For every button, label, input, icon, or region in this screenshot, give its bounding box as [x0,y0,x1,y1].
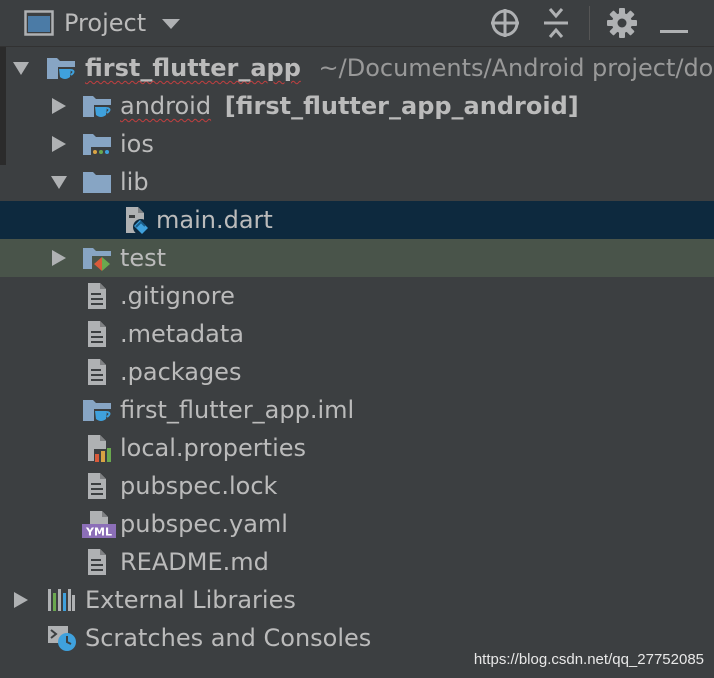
tree-label-external-libraries[interactable]: External Libraries [85,585,296,615]
flutter-project-folder-icon [46,54,76,82]
tree-label-lib[interactable]: lib [120,167,149,197]
minimize-icon[interactable] [660,20,688,33]
project-view-title[interactable]: Project [64,8,146,38]
project-path: ~/Documents/Android project/do [318,54,714,82]
tree-label-scratches[interactable]: Scratches and Consoles [85,623,371,653]
toolbar-divider [589,6,590,40]
tree-label-root[interactable]: first_flutter_app ~/Documents/Android pr… [85,53,713,83]
android-folder-name: android [120,92,212,120]
text-file-icon [82,472,112,500]
module-file-icon [82,396,112,424]
collapsed-arrow-icon[interactable] [48,125,70,163]
project-tree: first_flutter_app ~/Documents/Android pr… [0,48,714,678]
tree-label-readme[interactable]: README.md [120,547,269,577]
tree-row-readme[interactable]: README.md [0,543,714,581]
tree-row-external-libraries[interactable]: External Libraries [0,581,714,619]
tree-label-main-dart[interactable]: main.dart [156,205,273,235]
tree-label-pubspec-yaml[interactable]: pubspec.yaml [120,509,288,539]
tree-label-test[interactable]: test [120,243,166,273]
tree-label-android[interactable]: android [first_flutter_app_android] [120,91,579,121]
tree-label-metadata[interactable]: .metadata [120,319,244,349]
tree-row-packages[interactable]: .packages [0,353,714,391]
tree-row-iml[interactable]: first_flutter_app.iml [0,391,714,429]
gear-icon[interactable] [606,7,638,39]
flutter-module-folder-icon [82,92,112,120]
text-file-icon [82,320,112,348]
tree-label-ios[interactable]: ios [120,129,154,159]
window-icon[interactable] [24,10,54,36]
yaml-file-icon: YML [82,510,116,539]
tree-row-local-properties[interactable]: local.properties [0,429,714,467]
dart-file-icon [120,206,150,235]
tree-row-ios[interactable]: ios [0,125,714,163]
collapsed-arrow-icon[interactable] [10,581,32,619]
tree-row-metadata[interactable]: .metadata [0,315,714,353]
locate-icon[interactable] [489,7,521,39]
collapse-all-icon[interactable] [542,7,570,39]
tree-row-pubspec-yaml[interactable]: YML pubspec.yaml [0,505,714,543]
tree-row-pubspec-lock[interactable]: pubspec.lock [0,467,714,505]
ios-folder-icon [82,130,112,158]
tree-row-gitignore[interactable]: .gitignore [0,277,714,315]
watermark-url: https://blog.csdn.net/qq_27752085 [473,651,704,668]
tree-row-main-dart[interactable]: main.dart [0,201,714,239]
yaml-icon-text: YML [85,526,112,539]
tree-row-test[interactable]: test [0,239,714,277]
dropdown-icon[interactable] [160,16,182,30]
tree-label-pubspec-lock[interactable]: pubspec.lock [120,471,277,501]
project-name: first_flutter_app [85,54,301,82]
collapsed-arrow-icon[interactable] [48,87,70,125]
tree-label-local-properties[interactable]: local.properties [120,433,306,463]
text-file-icon [82,282,112,310]
properties-file-icon [82,434,112,462]
tree-label-packages[interactable]: .packages [120,357,241,387]
android-module-name: [first_flutter_app_android] [224,92,579,120]
expanded-arrow-icon[interactable] [10,49,32,87]
project-toolbar: Project [0,0,714,47]
expanded-arrow-icon[interactable] [48,163,70,201]
tree-row-android[interactable]: android [first_flutter_app_android] [0,87,714,125]
tree-label-gitignore[interactable]: .gitignore [120,281,235,311]
libraries-icon [46,586,76,614]
folder-icon [82,168,112,196]
tree-label-iml[interactable]: first_flutter_app.iml [120,395,354,425]
scratches-icon [46,624,76,652]
text-file-icon [82,548,112,576]
text-file-icon [82,358,112,386]
test-folder-icon [82,244,112,272]
collapsed-arrow-icon[interactable] [48,239,70,277]
tree-row-lib[interactable]: lib [0,163,714,201]
tree-row-root[interactable]: first_flutter_app ~/Documents/Android pr… [0,49,714,87]
